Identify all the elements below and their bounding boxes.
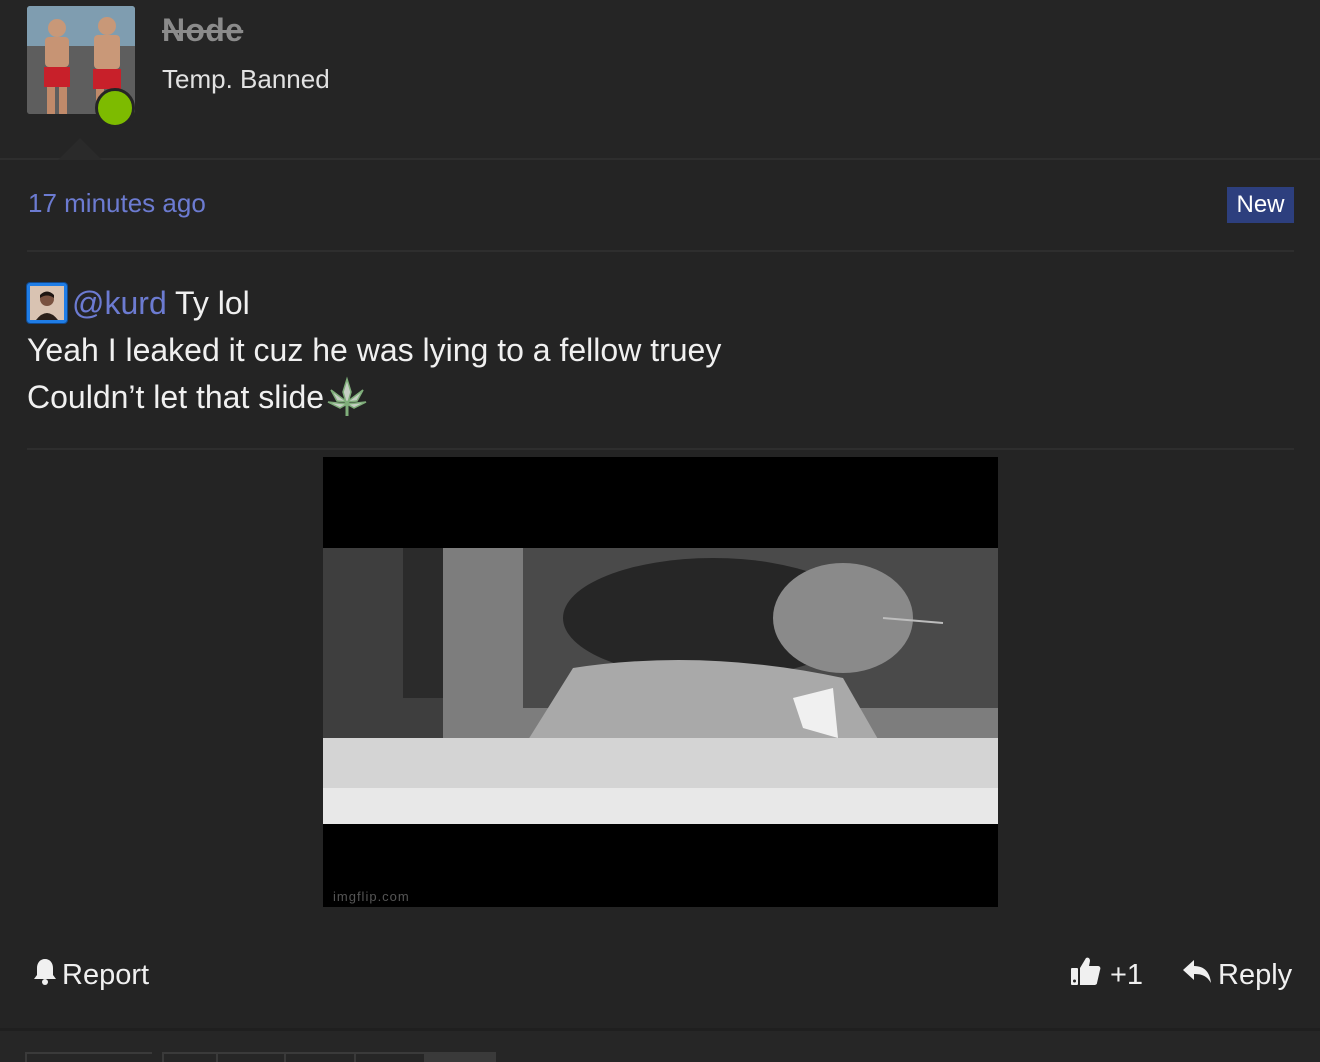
- embedded-gif[interactable]: imgflip.com: [323, 457, 998, 907]
- report-button[interactable]: Report: [34, 955, 149, 995]
- post-container: Node Temp. Banned 17 minutes ago New @ku…: [0, 0, 1320, 1062]
- user-avatar-wrapper[interactable]: [27, 6, 135, 128]
- gif-image: [323, 548, 998, 824]
- divider: [27, 250, 1294, 252]
- online-status-dot: [95, 88, 135, 128]
- user-mention-link[interactable]: @kurd: [72, 285, 167, 321]
- post-message: @kurd Ty lol Yeah I leaked it cuz he was…: [27, 280, 1294, 421]
- header-notch: [58, 138, 102, 160]
- pagination-item-active[interactable]: [424, 1052, 496, 1062]
- new-badge: New: [1227, 187, 1294, 223]
- reply-label: Reply: [1218, 958, 1293, 991]
- leaf-icon: [324, 376, 370, 418]
- reply-icon: [1182, 958, 1212, 992]
- message-line: @kurd Ty lol: [27, 280, 1294, 327]
- gif-frame: [323, 548, 998, 824]
- report-label: Report: [62, 958, 150, 991]
- pagination-strip: [25, 1052, 496, 1062]
- thumbs-up-icon: [1070, 955, 1102, 995]
- reply-button[interactable]: Reply: [1182, 955, 1292, 995]
- message-text: Couldn’t let that slide: [27, 379, 325, 415]
- pagination-gap: [152, 1052, 162, 1062]
- pagination-item[interactable]: [162, 1052, 216, 1062]
- pagination-item[interactable]: [216, 1052, 284, 1062]
- user-title: Temp. Banned: [162, 64, 330, 94]
- mention-avatar[interactable]: [27, 283, 67, 323]
- message-text: Ty lol: [166, 285, 250, 321]
- user-header: Node Temp. Banned: [0, 0, 1320, 160]
- post-timestamp[interactable]: 17 minutes ago: [28, 188, 206, 219]
- username[interactable]: Node: [162, 12, 243, 49]
- pagination-item[interactable]: [25, 1052, 152, 1062]
- pagination-item[interactable]: [354, 1052, 424, 1062]
- like-count: +1: [1110, 958, 1144, 991]
- bell-icon: [34, 957, 56, 993]
- media-watermark: imgflip.com: [333, 889, 410, 904]
- message-line: Yeah I leaked it cuz he was lying to a f…: [27, 332, 722, 368]
- message-line: Couldn’t let that slide: [27, 374, 1294, 421]
- like-button[interactable]: +1: [1070, 955, 1143, 995]
- pagination-item[interactable]: [284, 1052, 354, 1062]
- divider: [27, 448, 1294, 450]
